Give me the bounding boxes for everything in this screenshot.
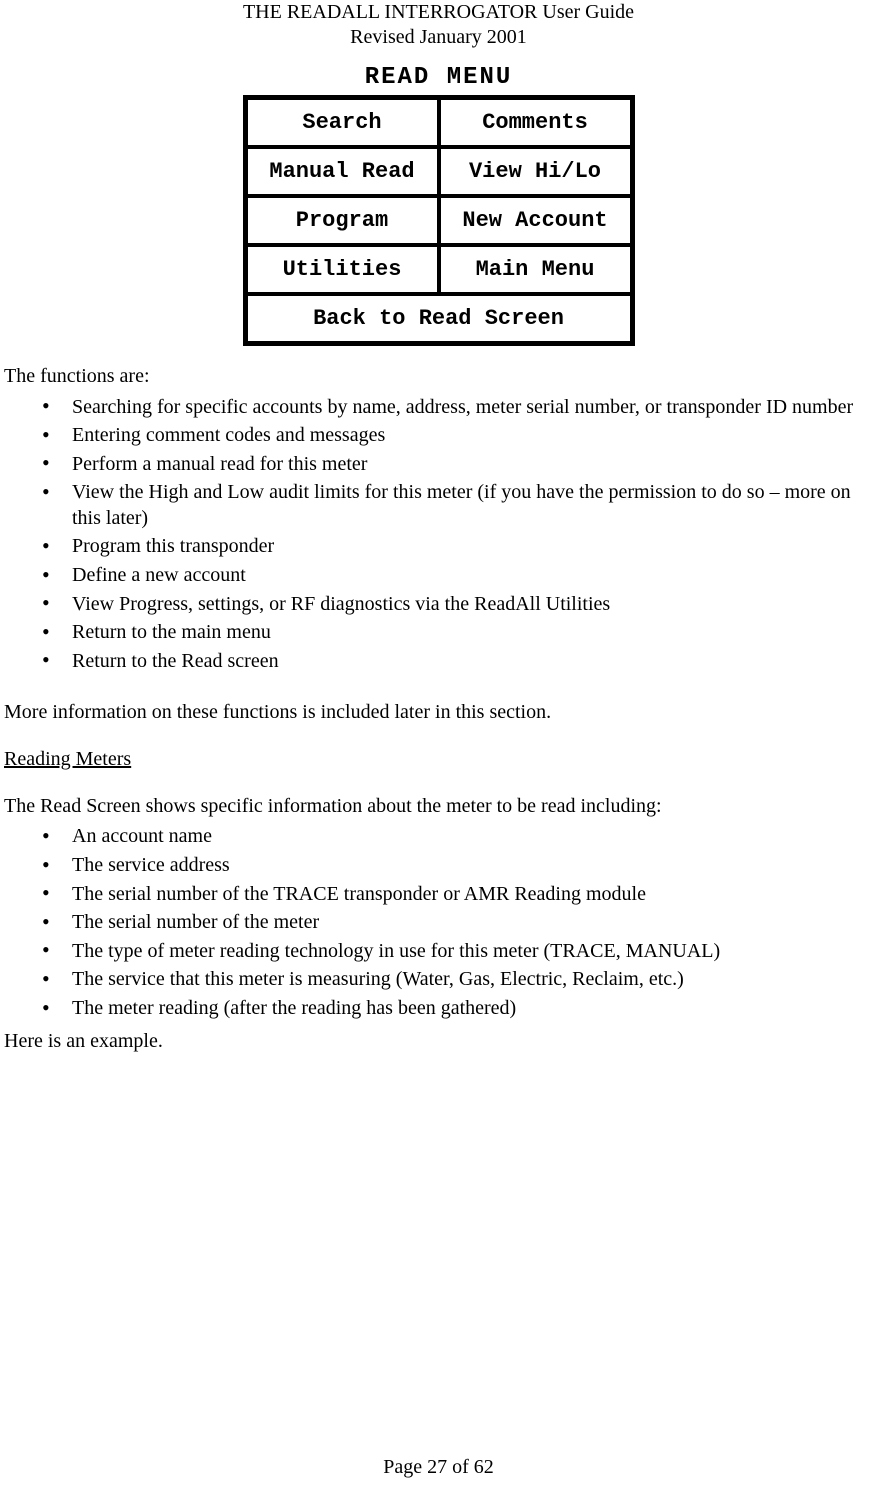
list-item: Return to the Read screen — [72, 647, 873, 676]
main-menu-button[interactable]: Main Menu — [439, 245, 632, 294]
manual-read-button[interactable]: Manual Read — [246, 147, 439, 196]
more-info-paragraph: More information on these functions is i… — [4, 700, 873, 725]
view-hilo-button[interactable]: View Hi/Lo — [439, 147, 632, 196]
list-item: The type of meter reading technology in … — [72, 937, 873, 966]
search-button[interactable]: Search — [246, 98, 439, 147]
list-item: View the High and Low audit limits for t… — [72, 479, 873, 533]
list-item: The serial number of the meter — [72, 909, 873, 938]
body-text: The functions are: Searching for specifi… — [0, 364, 877, 1054]
program-button[interactable]: Program — [246, 196, 439, 245]
read-menu: READ MENU Search Comments Manual Read Vi… — [243, 64, 635, 346]
page-footer: Page 27 of 62 — [0, 1456, 877, 1479]
read-menu-figure: READ MENU Search Comments Manual Read Vi… — [0, 64, 877, 346]
list-item: The service that this meter is measuring… — [72, 966, 873, 995]
list-item: Define a new account — [72, 562, 873, 591]
page-number: Page 27 of 62 — [383, 1456, 494, 1478]
list-item: Searching for specific accounts by name,… — [72, 393, 873, 422]
new-account-button[interactable]: New Account — [439, 196, 632, 245]
read-menu-title: READ MENU — [243, 64, 635, 91]
list-item: Entering comment codes and messages — [72, 422, 873, 451]
page-header: THE READALL INTERROGATOR User Guide Revi… — [0, 0, 877, 50]
read-menu-grid: Search Comments Manual Read View Hi/Lo P… — [243, 95, 635, 346]
back-to-read-button[interactable]: Back to Read Screen — [246, 294, 632, 343]
list-item: The service address — [72, 852, 873, 881]
list-item: The serial number of the TRACE transpond… — [72, 880, 873, 909]
doc-title: THE READALL INTERROGATOR User Guide — [0, 0, 877, 25]
list-item: Program this transponder — [72, 533, 873, 562]
comments-button[interactable]: Comments — [439, 98, 632, 147]
list-item: The meter reading (after the reading has… — [72, 995, 873, 1024]
example-intro: Here is an example. — [4, 1029, 873, 1054]
list-item: View Progress, settings, or RF diagnosti… — [72, 590, 873, 619]
functions-intro: The functions are: — [4, 364, 873, 389]
readscreen-list: An account name The service address The … — [4, 823, 873, 1023]
page: THE READALL INTERROGATOR User Guide Revi… — [0, 0, 877, 1495]
section-heading-reading-meters: Reading Meters — [4, 748, 131, 770]
doc-revised: Revised January 2001 — [0, 25, 877, 50]
functions-list: Searching for specific accounts by name,… — [4, 393, 873, 676]
list-item: Return to the main menu — [72, 619, 873, 648]
list-item: An account name — [72, 823, 873, 852]
utilities-button[interactable]: Utilities — [246, 245, 439, 294]
list-item: Perform a manual read for this meter — [72, 450, 873, 479]
readscreen-intro: The Read Screen shows specific informati… — [4, 794, 873, 819]
